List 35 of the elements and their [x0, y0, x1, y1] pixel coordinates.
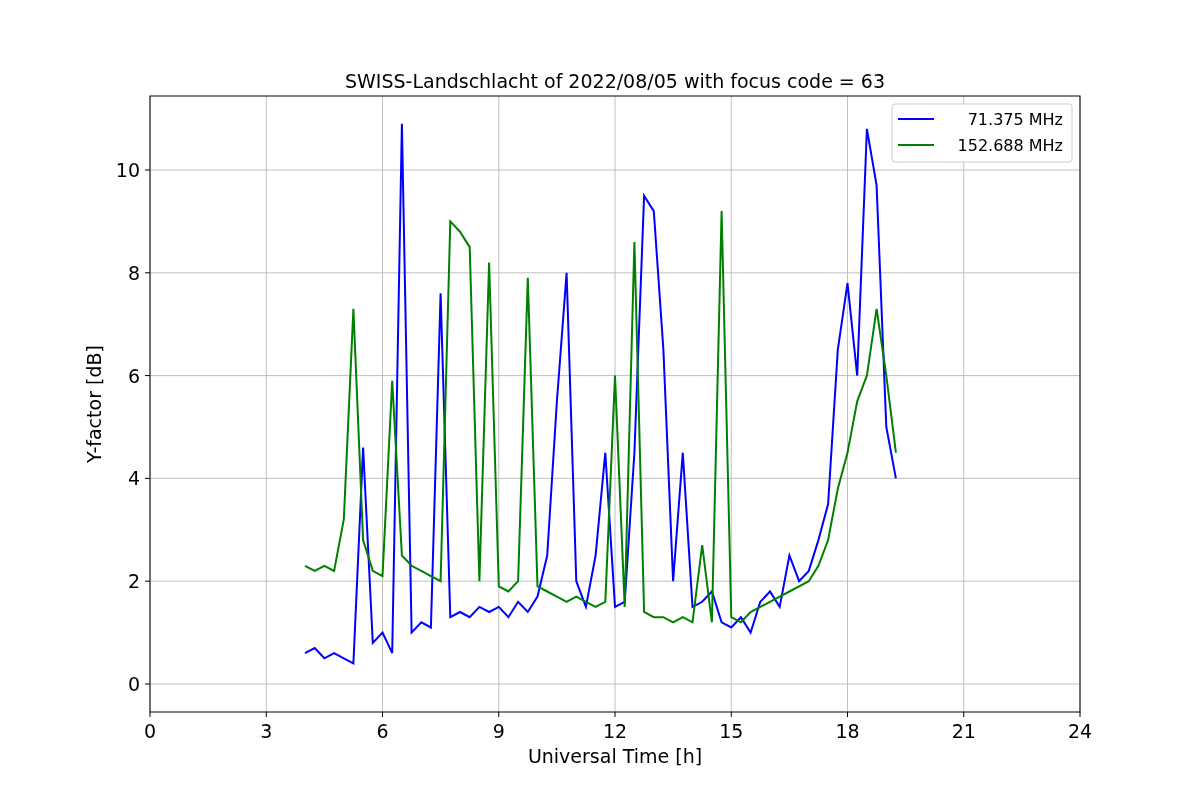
- y-tick-label: 2: [127, 570, 140, 593]
- y-tick-label: 6: [127, 364, 140, 387]
- y-tick: 6: [127, 364, 151, 387]
- y-tick: 10: [115, 159, 151, 181]
- x-tick-label: 9: [492, 720, 505, 742]
- x-tick-label: 24: [1067, 720, 1093, 742]
- x-tick-label: 18: [835, 720, 860, 742]
- x-tick: 12: [602, 711, 628, 742]
- x-tick: 18: [835, 711, 860, 742]
- x-tick-label: 0: [143, 720, 157, 742]
- x-tick: 6: [376, 711, 389, 742]
- legend-label: 152.688 MHz: [957, 136, 1063, 155]
- x-tick-label: 21: [951, 720, 976, 742]
- x-tick: 0: [143, 711, 157, 742]
- y-tick: 0: [127, 673, 151, 695]
- y-tick: 8: [127, 261, 151, 284]
- legend-label: 71.375 MHz: [967, 110, 1063, 129]
- y-tick-label: 10: [115, 159, 140, 182]
- x-tick: 9: [492, 711, 505, 742]
- x-axis-label: Universal Time [h]: [527, 745, 703, 767]
- y-tick: 4: [127, 467, 151, 490]
- chart-title: SWISS-Landschlacht of 2022/08/05 with focus code = 63: [345, 70, 885, 92]
- y-axis-label: Y-factor [dB]: [83, 345, 105, 463]
- x-tick: 3: [260, 711, 273, 742]
- x-tick: 21: [951, 711, 976, 742]
- y-tick-label: 4: [127, 467, 140, 490]
- x-tick-label: 12: [602, 720, 628, 742]
- x-tick-label: 6: [376, 720, 389, 742]
- x-tick-label: 15: [719, 720, 744, 742]
- x-tick: 15: [719, 711, 744, 742]
- x-tick: 24: [1067, 711, 1093, 742]
- y-tick-label: 8: [127, 261, 140, 284]
- y-tick: 2: [127, 570, 151, 593]
- x-tick-label: 3: [260, 720, 273, 742]
- y-tick-label: 0: [127, 672, 140, 695]
